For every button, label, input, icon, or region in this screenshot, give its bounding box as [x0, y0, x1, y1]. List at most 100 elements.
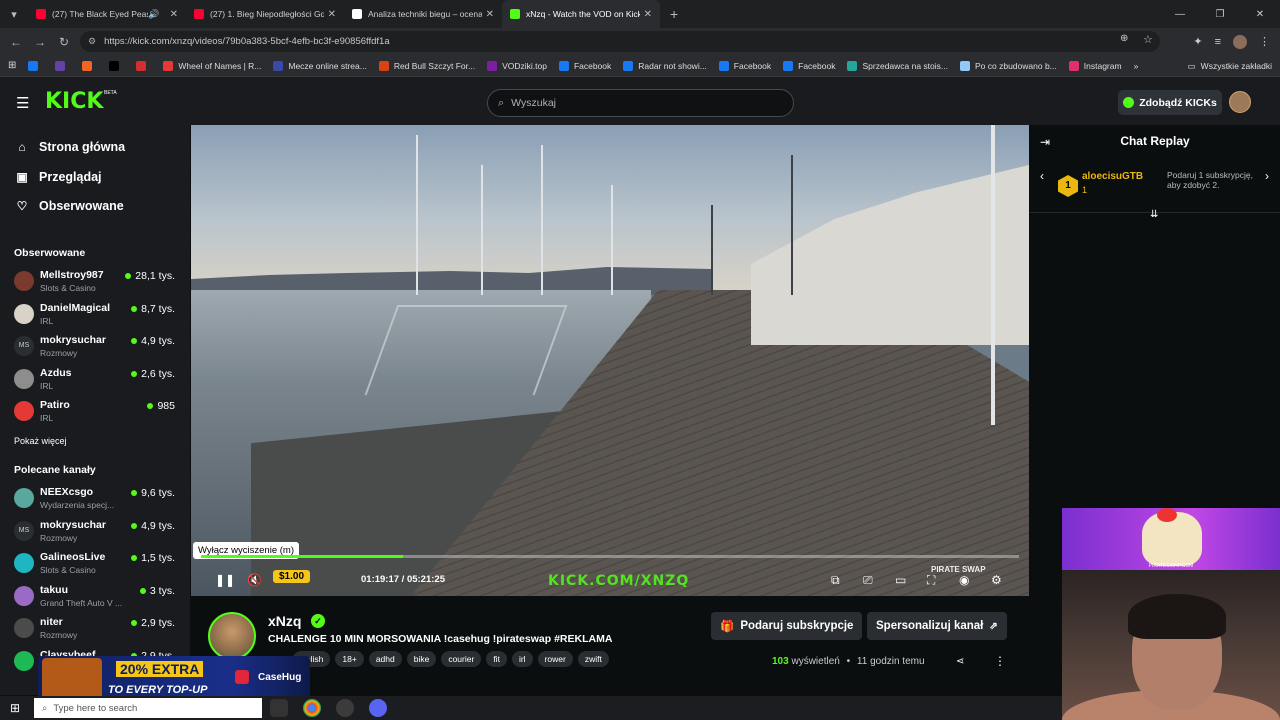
url-bar[interactable]: ⚙ https://kick.com/xnzq/videos/79b0a383-… [80, 31, 1160, 52]
reload-icon[interactable]: ↻ [52, 35, 76, 49]
stream-tag[interactable]: bike [406, 651, 437, 667]
stream-tag[interactable]: courier [441, 651, 482, 667]
forward-icon[interactable]: → [28, 35, 52, 49]
viewer-count: 4,9 tys. [131, 335, 175, 347]
tab-close-icon[interactable]: ✕ [486, 9, 494, 20]
terminal-app-icon[interactable] [270, 699, 288, 717]
new-tab-button[interactable]: + [670, 6, 678, 22]
bookmark-item[interactable]: Po co zbudowano b... [960, 60, 1057, 71]
stream-tag[interactable]: zwift [577, 651, 609, 667]
settings-gear-icon[interactable]: ⚙ [991, 573, 1002, 587]
theater-mode-icon[interactable]: ▭ [895, 573, 906, 587]
profile-avatar[interactable] [1233, 34, 1247, 49]
more-bookmarks-icon[interactable]: » [1134, 61, 1139, 71]
bookmark-item[interactable]: Facebook [558, 60, 611, 71]
tab-close-icon[interactable]: ✕ [170, 9, 178, 20]
muted-volume-icon[interactable]: 🔇 [247, 573, 262, 587]
stream-tag[interactable]: irl [511, 651, 533, 667]
nav-following[interactable]: ♡ Obserwowane [15, 199, 124, 213]
get-kicks-button[interactable]: Zdobądź KICKs [1118, 90, 1222, 115]
bookmark-item[interactable]: Wheel of Names | R... [163, 60, 261, 71]
discord-app-icon[interactable] [369, 699, 387, 717]
pip-icon[interactable]: ⧉ [831, 573, 840, 588]
bookmark-item[interactable]: Mecze online strea... [273, 60, 367, 71]
tab-close-icon[interactable]: ✕ [328, 9, 336, 20]
browser-tab[interactable]: Analiza techniki biegu – ocena ✕ [344, 0, 502, 28]
channel-item[interactable]: Patiro IRL 985 [14, 399, 179, 429]
browser-menu-icon[interactable]: ⋮ [1259, 35, 1270, 48]
time-separator: / [401, 574, 405, 585]
browser-tab[interactable]: xNzq - Watch the VOD on Kick ✕ [502, 0, 660, 28]
gift-subscription-button[interactable]: 🎁 Podaruj subskrypcje [711, 612, 863, 640]
bookmark-item[interactable] [136, 60, 151, 71]
all-bookmarks[interactable]: ▭ Wszystkie zakładki [1188, 55, 1272, 77]
channel-item[interactable]: GalineosLive Slots & Casino 1,5 tys. [14, 551, 179, 581]
stream-tag[interactable]: 18+ [335, 651, 364, 667]
video-player[interactable]: Wyłącz wyciszenie (m) ❚❚ 🔇 $1.00 01:19:1… [191, 125, 1029, 596]
bookmark-item[interactable]: Sprzedawca na stois... [847, 60, 948, 71]
streamer-avatar[interactable] [208, 612, 256, 660]
apps-grid-icon[interactable]: ⊞ [8, 60, 16, 71]
channel-item[interactable]: Azdus IRL 2,6 tys. [14, 367, 179, 397]
back-icon[interactable]: ← [4, 35, 28, 49]
scroll-down-icon[interactable]: ⇊ [1150, 209, 1158, 220]
nav-home[interactable]: ⌂ Strona główna [15, 140, 125, 154]
bookmark-item[interactable]: Instagram [1068, 60, 1122, 71]
stream-tag[interactable]: fit [486, 651, 507, 667]
obs-app-icon[interactable] [336, 699, 354, 717]
hamburger-menu-icon[interactable]: ☰ [16, 94, 29, 112]
nav-browse[interactable]: ▣ Przeglądaj [15, 170, 101, 184]
bookmark-favicon-icon [273, 60, 284, 71]
chevron-right-icon[interactable]: › [1265, 169, 1269, 183]
media-control-icon[interactable]: ≡ [1215, 36, 1221, 48]
fullscreen-icon[interactable]: ⛶ [927, 573, 935, 588]
customize-channel-button[interactable]: Spersonalizuj kanał ⇗ [867, 612, 1007, 640]
zoom-icon[interactable]: ⊕ [1120, 33, 1128, 44]
channel-item[interactable]: MS mokrysuchar Rozmowy 4,9 tys. [14, 334, 179, 364]
pause-icon[interactable]: ❚❚ [215, 573, 235, 587]
browser-tab[interactable]: (27) The Black Eyed Peas - I🔊 ✕ [28, 0, 186, 28]
channel-item[interactable]: NEEXcsgo Wydarzenia specj... 9,6 tys. [14, 486, 179, 516]
taskbar-search[interactable]: ⌕ Type here to search [34, 698, 262, 718]
tab-close-icon[interactable]: ✕ [644, 9, 652, 20]
bookmark-item[interactable]: VODziki.top [487, 60, 547, 71]
streamer-name[interactable]: xNzq [268, 613, 301, 629]
bookmark-item[interactable] [55, 60, 70, 71]
chevron-left-icon[interactable]: ‹ [1040, 169, 1044, 183]
bookmark-star-icon[interactable]: ☆ [1143, 33, 1153, 46]
progress-bar[interactable] [201, 555, 1019, 558]
clip-icon[interactable]: ⎚ [863, 573, 873, 588]
windows-start-icon[interactable]: ⊞ [10, 701, 20, 715]
channel-item[interactable]: takuu Grand Theft Auto V ... 3 tys. [14, 584, 179, 614]
bookmark-item[interactable] [109, 60, 124, 71]
share-icon[interactable]: ⋖ [956, 656, 964, 667]
tab-search-icon[interactable]: ▾ [0, 0, 28, 28]
stream-tag[interactable]: rower [537, 651, 573, 667]
quality-icon[interactable]: ◉ [959, 573, 969, 587]
bookmark-item[interactable]: Radar not showi... [623, 60, 707, 71]
minimize-icon[interactable]: — [1160, 0, 1200, 28]
extensions-icon[interactable]: ✦ [1193, 35, 1202, 48]
kick-logo[interactable]: KICK [45, 89, 103, 114]
more-options-icon[interactable]: ⋮ [994, 654, 1006, 668]
search-input[interactable]: ⌕ Wyszukaj [487, 89, 794, 117]
bookmark-item[interactable]: Facebook [718, 60, 771, 71]
channel-item[interactable]: Mellstroy987 Slots & Casino 28,1 tys. [14, 269, 179, 299]
gifter-name[interactable]: aloecisuGTB [1082, 171, 1143, 182]
show-more-link[interactable]: Pokaż więcej [14, 436, 67, 446]
channel-item[interactable]: niter Rozmowy 2,9 tys. [14, 616, 179, 646]
channel-item[interactable]: DanielMagical IRL 8,7 tys. [14, 302, 179, 332]
bookmark-item[interactable]: Facebook [783, 60, 835, 71]
stream-tag[interactable]: adhd [368, 651, 402, 667]
channel-item[interactable]: MS mokrysuchar Rozmowy 4,9 tys. [14, 519, 179, 549]
bookmark-item[interactable]: Red Bull Szczyt For... [378, 60, 475, 71]
bookmark-item[interactable] [28, 60, 43, 71]
tab-audio-icon[interactable]: 🔊 [148, 9, 159, 20]
user-avatar[interactable] [1229, 91, 1251, 113]
restore-icon[interactable]: ❐ [1200, 0, 1240, 28]
site-info-icon[interactable]: ⚙ [88, 36, 96, 47]
close-window-icon[interactable]: ✕ [1240, 0, 1280, 28]
bookmark-item[interactable] [82, 60, 97, 71]
chrome-app-icon[interactable] [303, 699, 321, 717]
browser-tab[interactable]: (27) 1. Bieg Niepodległości Gdy ✕ [186, 0, 344, 28]
